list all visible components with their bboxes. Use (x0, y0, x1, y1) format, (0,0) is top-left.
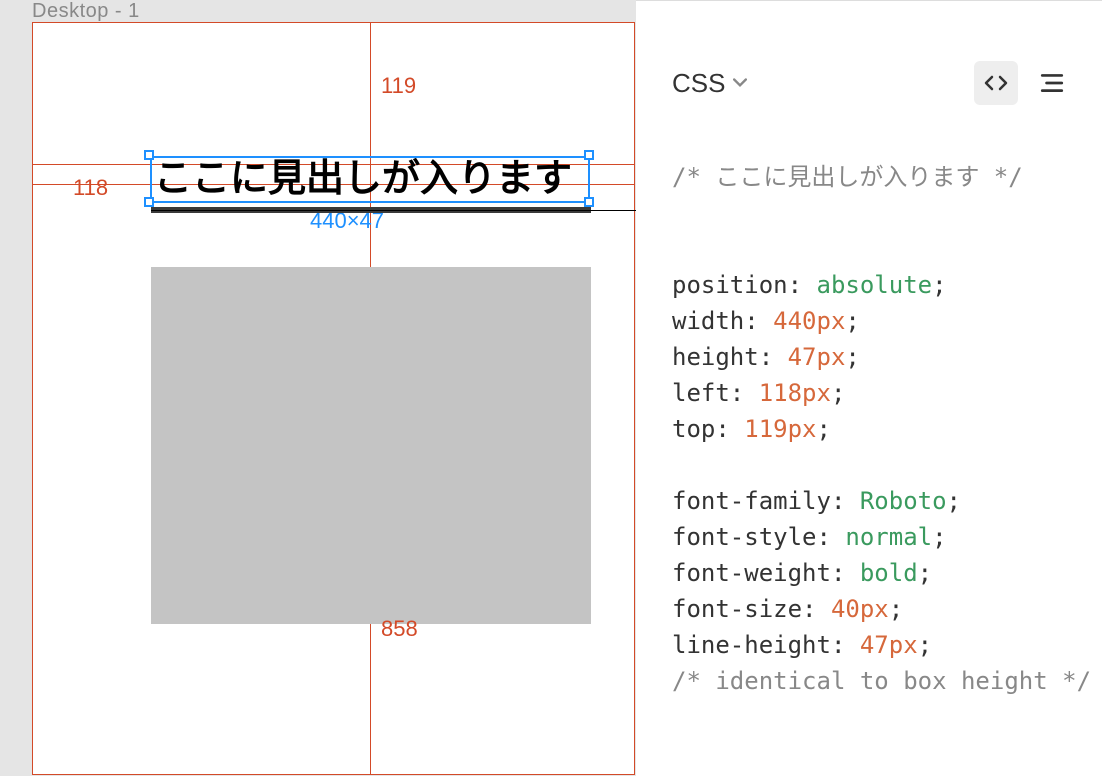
chevron-down-icon (733, 76, 747, 90)
val-position: absolute (817, 271, 933, 299)
ruler-left: 118 (73, 175, 108, 201)
artboard[interactable]: 119 118 ここに見出しが入ります 440×47 858 (32, 22, 635, 775)
resize-handle-br[interactable] (584, 197, 594, 207)
prop-font-style: font-style: (672, 523, 831, 551)
val-width: 440px (773, 307, 845, 335)
ruler-bottom: 858 (381, 616, 418, 642)
val-font-style: normal (845, 523, 932, 551)
val-height: 47px (788, 343, 846, 371)
code-view-button[interactable] (974, 61, 1018, 105)
divider-line (151, 210, 636, 211)
prop-top: top: (672, 415, 730, 443)
code-comment-2: /* identical to box height */ (672, 667, 1091, 695)
selected-text: ここに見出しが入ります (152, 156, 572, 203)
code-comment: /* ここに見出しが入ります */ (672, 163, 1023, 191)
code-icon (984, 71, 1008, 95)
selection-outline: ここに見出しが入ります (150, 156, 590, 203)
prop-font-family: font-family: (672, 487, 845, 515)
inspector-panel: CSS /* ここに見出しが入ります */ position: absolute… (636, 0, 1102, 776)
prop-font-weight: font-weight: (672, 559, 845, 587)
panel-mode-icons (974, 61, 1074, 105)
prop-left: left: (672, 379, 744, 407)
val-top: 119px (744, 415, 816, 443)
css-code-block[interactable]: /* ここに見出しが入ります */ position: absolute; wi… (672, 159, 1074, 776)
resize-handle-tl[interactable] (144, 150, 154, 160)
val-font-weight: bold (860, 559, 918, 587)
prop-width: width: (672, 307, 759, 335)
val-font-size: 40px (831, 595, 889, 623)
resize-handle-tr[interactable] (584, 150, 594, 160)
val-left: 118px (759, 379, 831, 407)
prop-line-height: line-height: (672, 631, 845, 659)
list-icon (1039, 70, 1065, 96)
inspector-header: CSS (672, 61, 1074, 105)
prop-font-size: font-size: (672, 595, 817, 623)
dropdown-label: CSS (672, 68, 725, 99)
canvas-area[interactable]: Desktop - 1 119 118 ここに見出しが入ります 440×47 8… (0, 0, 636, 776)
prop-height: height: (672, 343, 773, 371)
language-dropdown[interactable]: CSS (672, 68, 747, 99)
table-view-button[interactable] (1030, 61, 1074, 105)
placeholder-block[interactable] (151, 267, 591, 624)
selected-element[interactable]: ここに見出しが入ります 440×47 (150, 133, 630, 218)
val-line-height: 47px (860, 631, 918, 659)
resize-handle-bl[interactable] (144, 197, 154, 207)
frame-label[interactable]: Desktop - 1 (32, 0, 140, 23)
val-font-family: Roboto (860, 487, 947, 515)
prop-position: position: (672, 271, 802, 299)
ruler-top: 119 (381, 73, 416, 99)
